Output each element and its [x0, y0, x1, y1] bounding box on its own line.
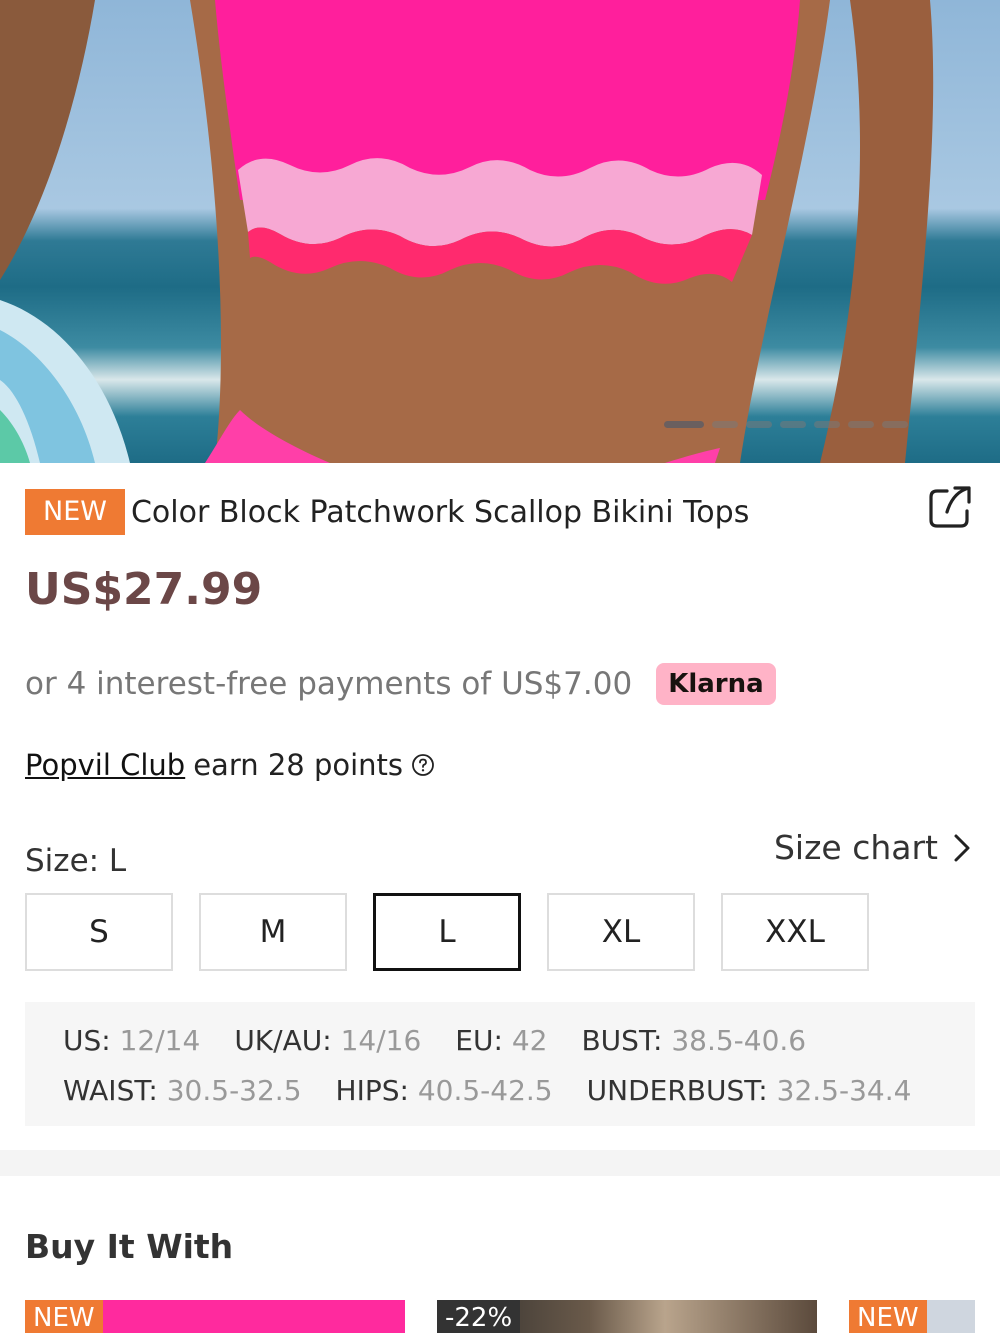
- gallery-pagination: [664, 421, 908, 428]
- popvil-club-link[interactable]: Popvil Club: [25, 748, 185, 782]
- product-photo: [0, 0, 934, 463]
- recommendation-card[interactable]: NEW: [25, 1300, 405, 1333]
- product-title-row: NEW Color Block Patchwork Scallop Bikini…: [25, 486, 975, 536]
- section-divider: [0, 1150, 1000, 1176]
- measurement-row: WAIST: 30.5-32.5 HIPS: 40.5-42.5 UNDERBU…: [63, 1066, 937, 1116]
- product-image-gallery[interactable]: [0, 0, 1000, 463]
- klarna-badge[interactable]: Klarna: [656, 663, 776, 705]
- measurement-ukau: UK/AU: 14/16: [234, 1024, 422, 1057]
- new-badge: NEW: [25, 489, 125, 535]
- recommendation-card[interactable]: NEW: [849, 1300, 975, 1333]
- size-chart-link[interactable]: Size chart: [774, 828, 972, 867]
- gallery-dot[interactable]: [712, 421, 738, 428]
- recommendation-card[interactable]: -22%: [437, 1300, 817, 1333]
- size-label: Size: L: [25, 843, 127, 879]
- size-measurements: US: 12/14 UK/AU: 14/16 EU: 42 BUST: 38.5…: [25, 1002, 975, 1126]
- installment-text: or 4 interest-free payments of US$7.00: [25, 666, 633, 702]
- gallery-dot[interactable]: [848, 421, 874, 428]
- gallery-dot-active[interactable]: [664, 421, 704, 428]
- size-option-xxl[interactable]: XXL: [721, 893, 869, 971]
- new-badge: NEW: [25, 1300, 103, 1333]
- size-chart-label: Size chart: [773, 828, 938, 867]
- installment-row: or 4 interest-free payments of US$7.00 K…: [25, 663, 776, 705]
- recommendation-image: [919, 1300, 975, 1333]
- measurement-underbust: UNDERBUST: 32.5-34.4: [586, 1074, 912, 1107]
- new-badge: NEW: [849, 1300, 927, 1333]
- measurement-us: US: 12/14: [63, 1024, 201, 1057]
- measurement-hips: HIPS: 40.5-42.5: [335, 1074, 553, 1107]
- discount-badge: -22%: [437, 1300, 521, 1333]
- size-option-xl[interactable]: XL: [547, 893, 695, 971]
- measurement-row: US: 12/14 UK/AU: 14/16 EU: 42 BUST: 38.5…: [63, 1016, 937, 1066]
- gallery-dot[interactable]: [814, 421, 840, 428]
- gallery-dot[interactable]: [882, 421, 908, 428]
- size-option-m[interactable]: M: [199, 893, 347, 971]
- product-title: Color Block Patchwork Scallop Bikini Top…: [130, 494, 750, 530]
- help-icon[interactable]: [411, 753, 435, 777]
- size-option-s[interactable]: S: [25, 893, 173, 971]
- product-price: US$27.99: [25, 564, 263, 615]
- size-option-l[interactable]: L: [373, 893, 521, 971]
- gallery-dot[interactable]: [746, 421, 772, 428]
- recommendation-image: [100, 1300, 405, 1333]
- points-text: earn 28 points: [193, 748, 404, 782]
- measurement-waist: WAIST: 30.5-32.5: [63, 1074, 302, 1107]
- size-options: S M L XL XXL: [25, 893, 869, 971]
- measurement-bust: BUST: 38.5-40.6: [581, 1024, 807, 1057]
- measurement-eu: EU: 42: [455, 1024, 548, 1057]
- share-icon[interactable]: [925, 482, 975, 532]
- chevron-right-icon: [954, 834, 970, 861]
- gallery-dot[interactable]: [780, 421, 806, 428]
- buy-it-with-title: Buy It With: [25, 1227, 234, 1266]
- club-row: Popvil Club earn 28 points: [25, 748, 435, 782]
